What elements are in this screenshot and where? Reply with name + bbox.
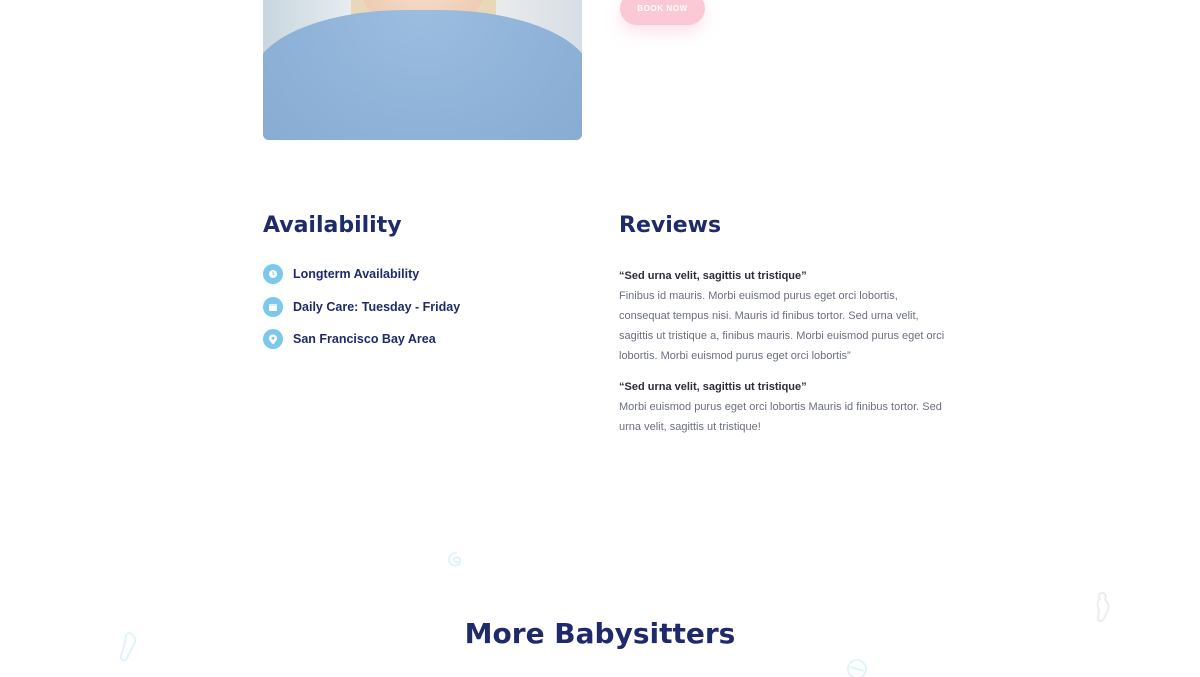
calendar-icon: [263, 296, 283, 317]
availability-item-longterm: Longterm Availability: [263, 264, 460, 284]
availability-item-daily-care: Daily Care: Tuesday - Friday: [263, 296, 461, 317]
availability-list: Longterm Availability Daily Care: Tuesda…: [263, 264, 460, 362]
availability-label: Daily Care: Tuesday - Friday: [293, 299, 461, 314]
review-body: Finibus id mauris. Morbi euismod purus e…: [619, 290, 945, 362]
location-pin-icon: [263, 329, 283, 349]
availability-label: Longterm Availability: [293, 267, 420, 281]
review-body: Morbi euismod purus eget orci lobortis M…: [619, 401, 942, 433]
swirl-decoration-icon: [447, 552, 462, 567]
rattle-decoration-icon: [847, 659, 867, 677]
babysitter-photo: [263, 0, 582, 140]
clock-icon: [263, 264, 283, 284]
review-item: “Sed urna velit, sagittis ut tristique” …: [619, 377, 949, 437]
book-now-button[interactable]: BOOK NOW: [620, 0, 705, 25]
review-quote: “Sed urna velit, sagittis ut tristique”: [619, 381, 807, 393]
availability-item-location: San Francisco Bay Area: [263, 329, 460, 349]
reviews-title: Reviews: [619, 213, 722, 238]
review-item: “Sed urna velit, sagittis ut tristique” …: [619, 266, 949, 366]
more-babysitters-title: More Babysitters: [464, 617, 736, 650]
review-quote: “Sed urna velit, sagittis ut tristique”: [619, 270, 807, 282]
availability-label: San Francisco Bay Area: [293, 332, 436, 346]
availability-title: Availability: [263, 213, 402, 238]
